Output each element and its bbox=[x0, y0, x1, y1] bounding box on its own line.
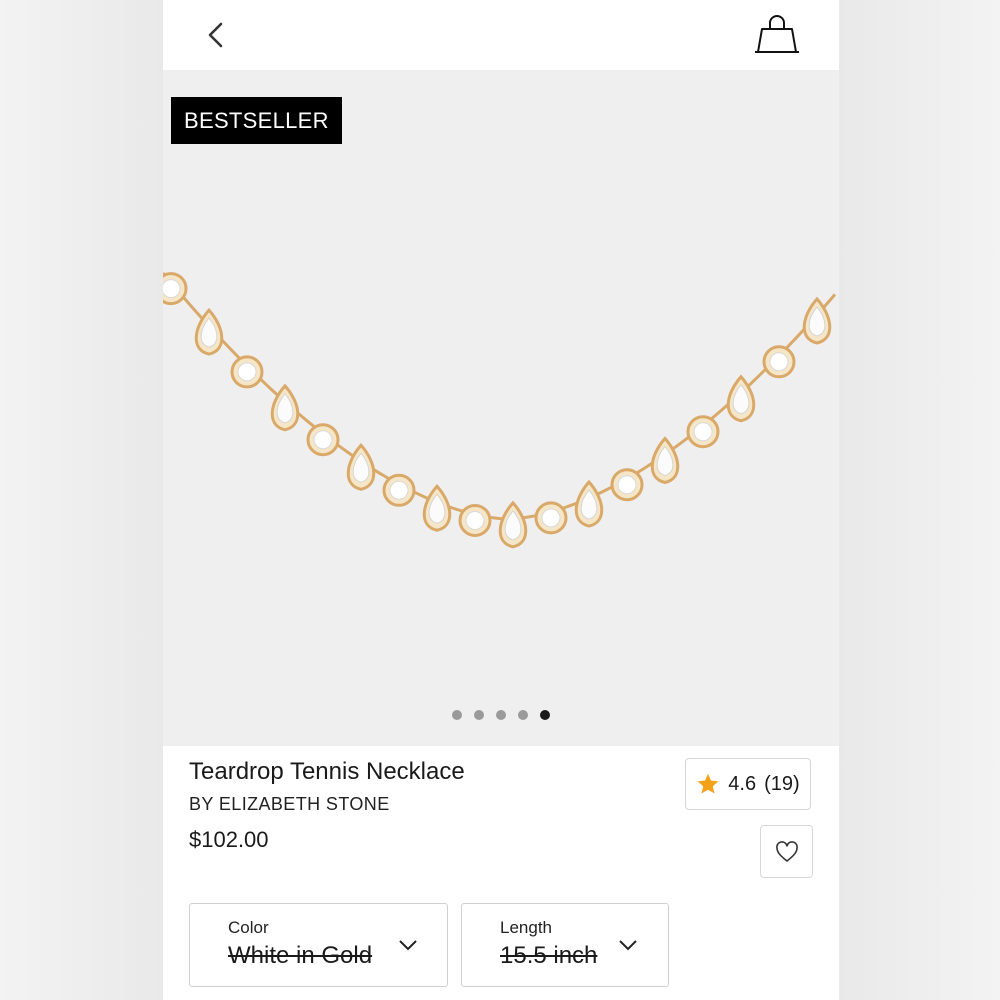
length-select[interactable]: Length 15.5 inch bbox=[461, 903, 669, 987]
color-select-value: White in Gold bbox=[228, 942, 373, 969]
chevron-left-icon bbox=[208, 22, 223, 48]
gallery-dot[interactable] bbox=[474, 710, 484, 720]
gallery-pagination bbox=[163, 710, 839, 720]
color-select[interactable]: Color White in Gold bbox=[189, 903, 448, 987]
gallery-dot[interactable] bbox=[452, 710, 462, 720]
length-select-label: Length bbox=[500, 918, 552, 937]
necklace-image bbox=[163, 272, 837, 549]
gallery-dot[interactable] bbox=[518, 710, 528, 720]
chevron-down-icon bbox=[619, 940, 637, 951]
wishlist-button[interactable] bbox=[760, 825, 813, 878]
rating-button[interactable]: 4.6 (19) bbox=[685, 758, 811, 810]
rating-value: 4.6 bbox=[728, 772, 757, 795]
color-select-label: Color bbox=[228, 918, 269, 937]
product-page: BESTSELLER Teardrop Tennis Necklace BY E… bbox=[163, 0, 839, 1000]
length-select-value: 15.5 inch bbox=[500, 942, 598, 969]
backdrop-right bbox=[839, 0, 1000, 1000]
product-image-gallery[interactable]: BESTSELLER bbox=[163, 70, 839, 746]
gallery-dot[interactable] bbox=[540, 710, 550, 720]
bestseller-badge: BESTSELLER bbox=[171, 97, 342, 144]
top-bar bbox=[163, 0, 839, 70]
backdrop-left bbox=[0, 0, 163, 1000]
star-icon bbox=[697, 773, 719, 794]
heart-outline-icon bbox=[775, 840, 798, 862]
product-price: $102.00 bbox=[189, 827, 269, 852]
review-count: (19) bbox=[764, 772, 800, 795]
shopping-bag-icon bbox=[755, 15, 799, 53]
product-brand[interactable]: BY ELIZABETH STONE bbox=[189, 794, 390, 815]
gallery-dot[interactable] bbox=[496, 710, 506, 720]
product-title: Teardrop Tennis Necklace bbox=[189, 758, 465, 785]
back-button[interactable] bbox=[199, 16, 235, 54]
shopping-bag-button[interactable] bbox=[753, 12, 801, 58]
chevron-down-icon bbox=[399, 940, 417, 951]
